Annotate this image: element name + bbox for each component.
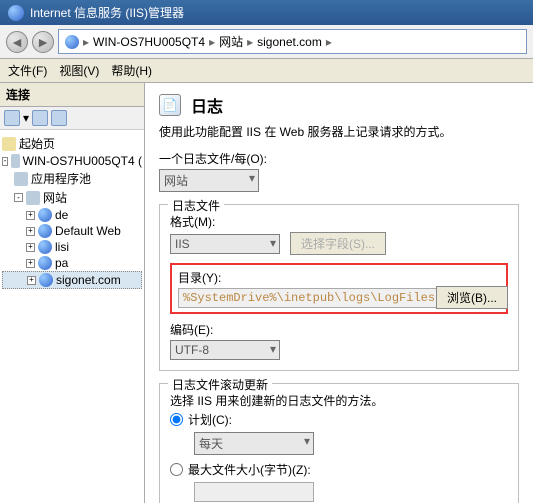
breadcrumb-server[interactable]: WIN-OS7HU005QT4 bbox=[93, 35, 205, 49]
connections-header: 连接 bbox=[0, 83, 144, 107]
home-icon bbox=[2, 137, 16, 151]
save-icon[interactable] bbox=[32, 110, 48, 126]
chevron-right-icon: ▸ bbox=[247, 35, 253, 49]
chevron-right-icon: ▸ bbox=[83, 35, 89, 49]
page-title: 日志 bbox=[191, 93, 223, 117]
menu-view[interactable]: 视图(V) bbox=[59, 62, 99, 79]
dir-label: 目录(Y): bbox=[178, 269, 500, 286]
connections-panel: 连接 ▾ 起始页 - WIN-OS7HU005QT4 ( 应用程序池 - 网站 + d… bbox=[0, 83, 145, 503]
tree-server-label: WIN-OS7HU005QT4 ( bbox=[23, 154, 142, 168]
breadcrumb-site[interactable]: sigonet.com bbox=[257, 35, 322, 49]
sites-icon bbox=[26, 191, 40, 205]
maxsize-radio[interactable]: 最大文件大小(字节)(Z): bbox=[170, 461, 508, 478]
menu-help[interactable]: 帮助(H) bbox=[111, 62, 152, 79]
tree-site-lisi[interactable]: + lisi bbox=[2, 239, 142, 255]
breadcrumb[interactable]: ▸ WIN-OS7HU005QT4 ▸ 网站 ▸ sigonet.com ▸ bbox=[58, 29, 527, 54]
site-icon bbox=[39, 273, 53, 287]
format-label: 格式(M): bbox=[170, 213, 508, 230]
tree-site-default[interactable]: + Default Web bbox=[2, 223, 142, 239]
breadcrumb-sites[interactable]: 网站 bbox=[219, 33, 243, 50]
tree-site-label: Default Web bbox=[55, 224, 121, 238]
tree-apppool-label: 应用程序池 bbox=[31, 170, 91, 187]
rollover-desc: 选择 IIS 用来创建新的日志文件的方法。 bbox=[170, 392, 508, 409]
server-icon bbox=[65, 35, 79, 49]
chevron-right-icon: ▸ bbox=[326, 35, 332, 49]
logging-icon: 📄 bbox=[159, 94, 181, 116]
tree-site-label: sigonet.com bbox=[56, 273, 121, 287]
tree-site-de[interactable]: + de bbox=[2, 207, 142, 223]
expand-icon[interactable]: + bbox=[26, 227, 35, 236]
nav-forward-button[interactable]: ► bbox=[32, 31, 54, 53]
logfile-legend: 日志文件 bbox=[168, 197, 224, 214]
titlebar: Internet 信息服务 (IIS)管理器 bbox=[0, 0, 533, 25]
site-icon bbox=[38, 256, 52, 270]
tree-server[interactable]: - WIN-OS7HU005QT4 ( bbox=[2, 153, 142, 169]
navbar: ◄ ► ▸ WIN-OS7HU005QT4 ▸ 网站 ▸ sigonet.com… bbox=[0, 25, 533, 59]
connections-tree[interactable]: 起始页 - WIN-OS7HU005QT4 ( 应用程序池 - 网站 + de + De… bbox=[0, 130, 144, 503]
tree-site-label: lisi bbox=[55, 240, 69, 254]
tree-site-label: de bbox=[55, 208, 68, 222]
tree-sites-label: 网站 bbox=[43, 189, 67, 206]
format-combo[interactable]: IIS bbox=[170, 234, 280, 254]
expand-icon[interactable]: + bbox=[26, 259, 35, 268]
schedule-label: 计划(C): bbox=[188, 411, 232, 428]
iis-icon bbox=[8, 5, 24, 21]
encoding-label: 编码(E): bbox=[170, 321, 508, 338]
expand-icon[interactable]: + bbox=[26, 243, 35, 252]
chevron-right-icon: ▸ bbox=[209, 35, 215, 49]
page-desc: 使用此功能配置 IIS 在 Web 服务器上记录请求的方式。 bbox=[159, 123, 519, 140]
site-icon bbox=[38, 208, 52, 222]
tree-sites[interactable]: - 网站 bbox=[2, 188, 142, 207]
collapse-icon[interactable]: - bbox=[14, 193, 23, 202]
apppool-icon bbox=[14, 172, 28, 186]
tree-start[interactable]: 起始页 bbox=[2, 134, 142, 153]
maxsize-radio-input[interactable] bbox=[170, 463, 183, 476]
schedule-combo[interactable]: 每天 bbox=[194, 432, 314, 455]
per-combo[interactable]: 网站 bbox=[159, 169, 259, 192]
expand-icon[interactable]: + bbox=[26, 211, 35, 220]
expand-icon[interactable]: + bbox=[27, 276, 36, 285]
collapse-icon[interactable]: - bbox=[2, 157, 8, 166]
select-fields-button: 选择字段(S)... bbox=[290, 232, 386, 255]
browse-button[interactable]: 浏览(B)... bbox=[436, 286, 508, 309]
tree-start-label: 起始页 bbox=[19, 135, 55, 152]
tree-apppool[interactable]: 应用程序池 bbox=[2, 169, 142, 188]
encoding-combo[interactable]: UTF-8 bbox=[170, 340, 280, 360]
maxsize-input bbox=[194, 482, 314, 502]
window-title: Internet 信息服务 (IIS)管理器 bbox=[30, 4, 184, 21]
refresh-icon[interactable] bbox=[51, 110, 67, 126]
tree-site-sigonet[interactable]: + sigonet.com bbox=[2, 271, 142, 289]
rollover-legend: 日志文件滚动更新 bbox=[168, 376, 272, 393]
connections-toolbar: ▾ bbox=[0, 107, 144, 130]
site-icon bbox=[38, 240, 52, 254]
rollover-fieldset: 日志文件滚动更新 选择 IIS 用来创建新的日志文件的方法。 计划(C): 每天… bbox=[159, 383, 519, 503]
tree-site-label: pa bbox=[55, 256, 68, 270]
per-label: 一个日志文件/每(O): bbox=[159, 150, 519, 167]
site-icon bbox=[38, 224, 52, 238]
content-panel: 📄 日志 使用此功能配置 IIS 在 Web 服务器上记录请求的方式。 一个日志… bbox=[145, 83, 533, 503]
tree-site-pa[interactable]: + pa bbox=[2, 255, 142, 271]
connect-icon[interactable] bbox=[4, 110, 20, 126]
menu-file[interactable]: 文件(F) bbox=[8, 62, 47, 79]
nav-back-button[interactable]: ◄ bbox=[6, 31, 28, 53]
schedule-radio-input[interactable] bbox=[170, 413, 183, 426]
maxsize-label: 最大文件大小(字节)(Z): bbox=[188, 461, 311, 478]
schedule-radio[interactable]: 计划(C): bbox=[170, 411, 508, 428]
server-icon bbox=[11, 154, 19, 168]
toolbar-sep: ▾ bbox=[23, 111, 29, 125]
menubar: 文件(F) 视图(V) 帮助(H) bbox=[0, 59, 533, 83]
logfile-fieldset: 日志文件 格式(M): IIS 选择字段(S)... 目录(Y): %Syste… bbox=[159, 204, 519, 371]
